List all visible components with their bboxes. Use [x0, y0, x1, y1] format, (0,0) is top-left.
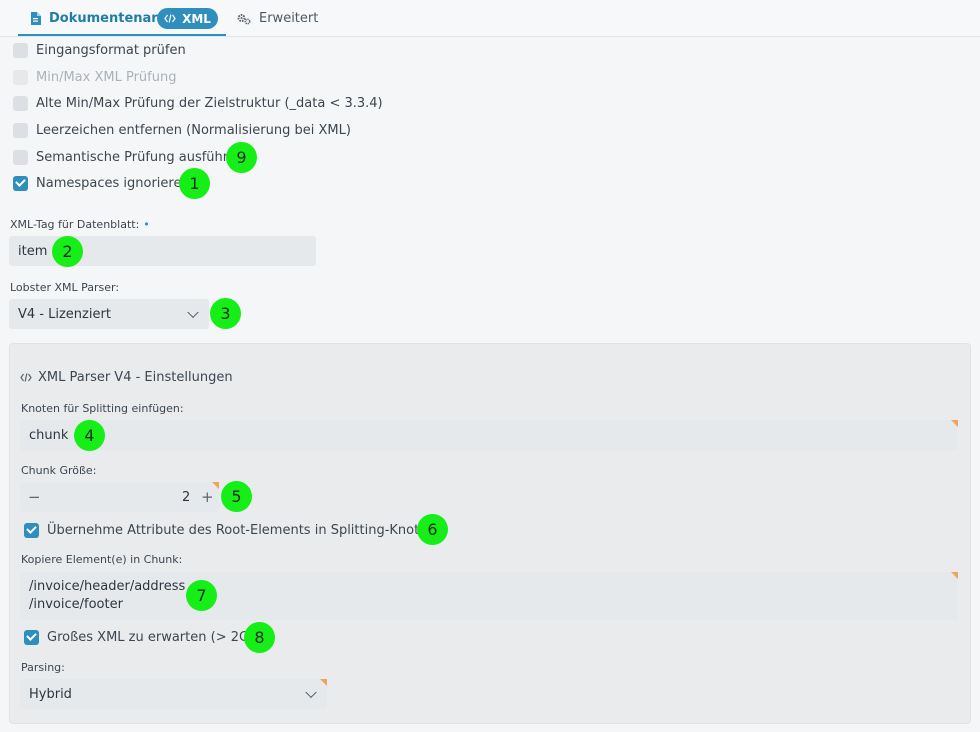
checkbox[interactable]: [13, 42, 28, 58]
kopiere-label: Kopiere Element(e) in Chunk:: [21, 553, 183, 566]
field-corner-marker: [320, 679, 327, 686]
option-leerzeichen[interactable]: Leerzeichen entfernen (Normalisierung be…: [13, 119, 351, 141]
active-tab-underline: [18, 34, 226, 36]
document-icon: [30, 12, 41, 25]
tab-erweitert[interactable]: Erweitert: [237, 0, 318, 37]
code-icon: [20, 373, 32, 382]
option-label: Min/Max XML Prüfung: [36, 69, 177, 85]
option-gross-xml[interactable]: Großes XML zu erwarten (> 2GB): [24, 626, 263, 648]
knoten-label: Knoten für Splitting einfügen:: [21, 402, 184, 415]
chevron-down-icon: [305, 686, 317, 699]
option-label: Übernehme Attribute des Root-Elements in…: [47, 522, 436, 538]
callout-badge: 1: [179, 168, 210, 199]
option-label: Alte Min/Max Prüfung der Zielstruktur (_…: [36, 95, 383, 111]
panel-title: XML Parser V4 - Einstellungen: [20, 370, 233, 385]
gears-icon: [237, 13, 251, 25]
parsing-select[interactable]: Hybrid: [20, 679, 327, 709]
kopiere-line-2: /invoice/footer: [29, 597, 123, 612]
tab-xml-label: XML: [182, 11, 211, 26]
option-label: Leerzeichen entfernen (Normalisierung be…: [36, 122, 351, 138]
kopiere-textarea[interactable]: /invoice/header/address /invoice/footer: [20, 572, 958, 620]
chunk-size-stepper[interactable]: − 2 +: [20, 482, 219, 512]
option-label: Großes XML zu erwarten (> 2GB): [47, 629, 264, 645]
callout-badge: 9: [226, 142, 257, 173]
callout-badge: 2: [52, 236, 83, 267]
checkbox-checked[interactable]: [24, 522, 39, 538]
checkbox-disabled: [13, 69, 28, 85]
parsing-label: Parsing:: [21, 661, 65, 674]
checkbox[interactable]: [13, 122, 28, 138]
tab-xml[interactable]: XML: [157, 8, 218, 29]
xml-tag-label-text: XML-Tag für Datenblatt:: [10, 218, 140, 231]
checkbox[interactable]: [13, 149, 28, 165]
xml-tag-label: XML-Tag für Datenblatt: •: [10, 218, 150, 231]
checkbox[interactable]: [13, 95, 28, 111]
option-root-attr[interactable]: Übernehme Attribute des Root-Elements in…: [24, 518, 445, 541]
field-corner-marker: [951, 572, 958, 579]
callout-badge: 3: [210, 298, 241, 329]
callout-badge: 8: [244, 622, 275, 653]
option-minmax: Min/Max XML Prüfung: [13, 66, 176, 88]
chunk-size-label: Chunk Größe:: [21, 464, 97, 477]
callout-badge: 6: [417, 514, 448, 545]
option-alte-minmax[interactable]: Alte Min/Max Prüfung der Zielstruktur (_…: [13, 92, 383, 114]
callout-badge: 4: [74, 420, 105, 451]
chevron-down-icon: [187, 306, 199, 319]
tab-dokumentenart-label: Dokumentenart: [49, 11, 164, 26]
parser-select[interactable]: V4 - Lizenziert: [9, 299, 209, 329]
checkbox-checked[interactable]: [24, 629, 39, 645]
checkbox-checked[interactable]: [13, 175, 28, 191]
field-corner-marker: [951, 420, 958, 427]
xml-tag-value: item: [18, 243, 48, 259]
increment-button[interactable]: +: [201, 488, 214, 506]
tab-dokumentenart[interactable]: Dokumentenart: [30, 0, 164, 37]
parser-label: Lobster XML Parser:: [10, 281, 120, 294]
tab-erweitert-label: Erweitert: [259, 11, 319, 26]
required-mark: •: [143, 218, 150, 231]
tab-bar: Dokumentenart XML Erweitert: [0, 0, 980, 37]
code-icon: [164, 14, 176, 23]
knoten-value: chunk: [29, 427, 69, 443]
kopiere-line-1: /invoice/header/address: [29, 579, 186, 594]
option-label: Namespaces ignorieren: [36, 175, 190, 191]
field-corner-marker: [212, 482, 219, 489]
option-label: Semantische Prüfung ausführen: [36, 149, 245, 165]
chunk-size-value: 2: [182, 489, 191, 505]
option-label: Eingangsformat prüfen: [36, 42, 186, 58]
panel-title-text: XML Parser V4 - Einstellungen: [38, 370, 233, 385]
option-namespaces[interactable]: Namespaces ignorieren: [13, 172, 190, 194]
callout-badge: 7: [186, 580, 217, 611]
option-semantisch[interactable]: Semantische Prüfung ausführen: [13, 146, 244, 168]
decrement-button[interactable]: −: [28, 488, 41, 506]
callout-badge: 5: [221, 481, 252, 512]
option-eingangsformat[interactable]: Eingangsformat prüfen: [13, 39, 186, 61]
parsing-value: Hybrid: [29, 686, 72, 702]
knoten-input[interactable]: chunk: [20, 420, 958, 450]
parser-value: V4 - Lizenziert: [18, 306, 111, 322]
